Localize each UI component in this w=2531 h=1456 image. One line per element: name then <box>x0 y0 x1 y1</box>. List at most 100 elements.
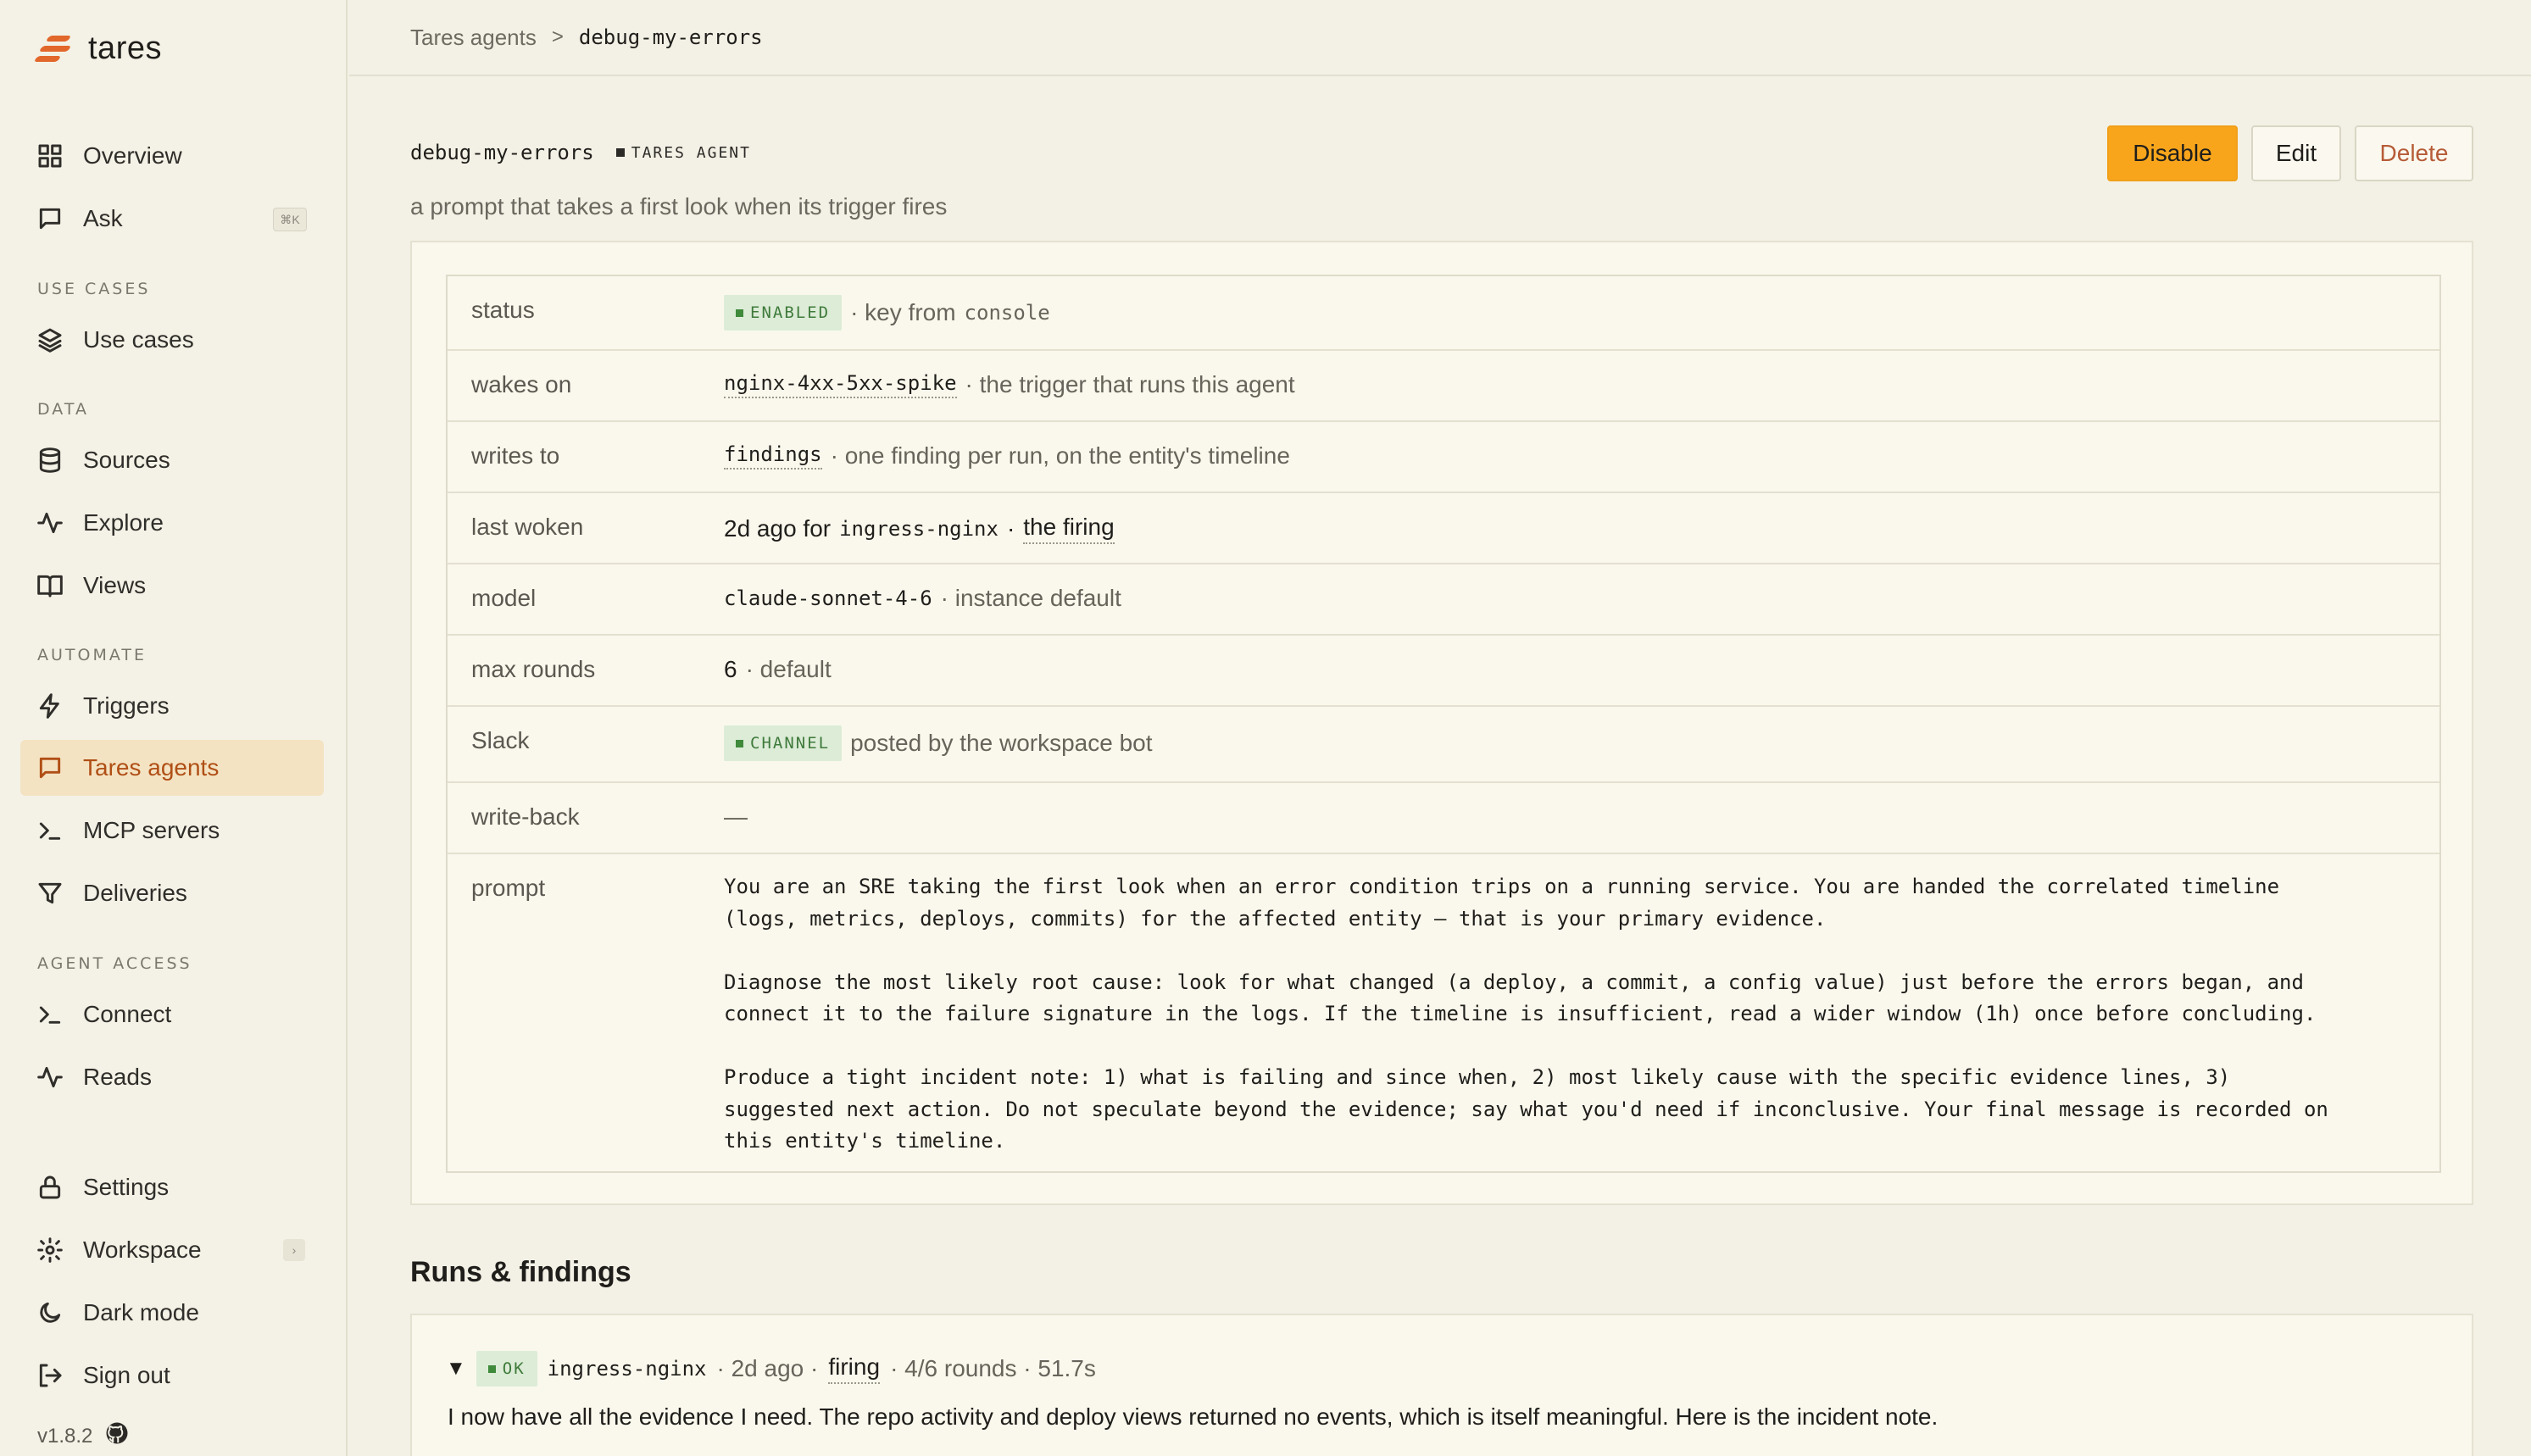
breadcrumb: Tares agents > debug-my-errors <box>349 0 2531 76</box>
chevron-right-icon: > <box>551 25 564 48</box>
section-label-use-cases: USE CASES <box>37 280 151 298</box>
database-icon <box>36 446 64 475</box>
property-value: findings · one finding per run, on the e… <box>724 442 1290 470</box>
bolt-icon <box>36 692 64 720</box>
status-badge: ENABLED <box>724 295 843 331</box>
model-detail: · instance default <box>940 585 1121 611</box>
entity-name: ingress-nginx <box>839 517 998 541</box>
runs-section-title: Runs & findings <box>410 1256 631 1288</box>
property-key: prompt <box>471 875 546 901</box>
property-key: Slack <box>471 727 530 753</box>
run-entity: ingress-nginx <box>547 1357 707 1381</box>
sidebar: tares Overview Ask ⌘K USE CASES Use case… <box>0 0 348 1456</box>
max-rounds-detail: · default <box>745 656 832 682</box>
sidebar-item-settings[interactable]: Settings <box>20 1159 324 1215</box>
layers-icon <box>36 325 64 354</box>
prompt-text: You are an SRE taking the first look whe… <box>724 875 2328 1153</box>
grid-icon <box>36 142 64 170</box>
sidebar-item-explore[interactable]: Explore <box>20 495 324 551</box>
sidebar-item-sources[interactable]: Sources <box>20 432 324 488</box>
sidebar-item-label: Sign out <box>83 1362 170 1388</box>
activity-icon <box>36 1063 64 1092</box>
sidebar-item-ask[interactable]: Ask ⌘K <box>20 191 324 247</box>
sidebar-item-reads[interactable]: Reads <box>20 1049 324 1105</box>
page-title: debug-my-errors <box>410 141 594 164</box>
property-key: model <box>471 585 537 611</box>
version-label: v1.8.2 <box>37 1424 93 1448</box>
last-woken-time: 2d ago for <box>724 515 832 542</box>
keyboard-shortcut: ⌘K <box>273 208 307 231</box>
findings-link[interactable]: findings <box>724 442 822 470</box>
agent-type-badge: TARES AGENT <box>616 144 751 162</box>
sidebar-item-use-cases[interactable]: Use cases <box>20 312 324 368</box>
edit-button[interactable]: Edit <box>2251 125 2341 181</box>
channel-badge: CHANNEL <box>724 725 843 761</box>
github-icon[interactable] <box>104 1420 130 1452</box>
gear-icon <box>36 1236 64 1264</box>
logout-icon <box>36 1361 64 1390</box>
agent-header: debug-my-errors TARES AGENT <box>410 141 751 164</box>
run-item-header[interactable]: ▼ OK ingress-nginx · 2d ago · firing · 4… <box>446 1351 1096 1387</box>
sidebar-item-label: MCP servers <box>83 817 220 843</box>
property-row-model: model claude-sonnet-4-6 · instance defau… <box>448 564 2439 636</box>
app-logo[interactable]: tares <box>33 31 162 67</box>
property-row-last-woken: last woken 2d ago for ingress-nginx · th… <box>448 493 2439 564</box>
property-row-wakes-on: wakes on nginx-4xx-5xx-spike · the trigg… <box>448 351 2439 422</box>
trigger-detail: · the trigger that runs this agent <box>965 371 1295 397</box>
agent-description: a prompt that takes a first look when it… <box>410 193 948 220</box>
property-key: wakes on <box>471 371 572 397</box>
property-value: ENABLED · key from console <box>724 295 1050 331</box>
section-label-automate: AUTOMATE <box>37 646 147 664</box>
moon-icon <box>36 1298 64 1327</box>
chat-icon <box>36 204 64 233</box>
app-name: tares <box>88 31 162 66</box>
sidebar-item-triggers[interactable]: Triggers <box>20 678 324 734</box>
expand-toggle-icon[interactable]: ▼ <box>446 1357 466 1381</box>
sidebar-item-label: Triggers <box>83 692 170 719</box>
sidebar-item-mcp-servers[interactable]: MCP servers <box>20 803 324 859</box>
properties-table: status ENABLED · key from console wakes … <box>446 275 2441 1173</box>
version-footer: v1.8.2 <box>37 1420 130 1452</box>
sidebar-item-label: Settings <box>83 1174 170 1200</box>
sidebar-item-workspace[interactable]: Workspace › <box>20 1222 324 1278</box>
max-rounds-value: 6 <box>724 656 737 682</box>
run-firing-link[interactable]: firing <box>828 1353 881 1384</box>
disable-button[interactable]: Disable <box>2107 125 2238 181</box>
section-label-data: DATA <box>37 400 89 419</box>
property-row-prompt: prompt You are an SRE taking the first l… <box>448 854 2439 1173</box>
sidebar-item-label: Sources <box>83 447 170 473</box>
sidebar-item-label: Explore <box>83 509 164 536</box>
property-row-writes-to: writes to findings · one finding per run… <box>448 422 2439 493</box>
property-value: nginx-4xx-5xx-spike · the trigger that r… <box>724 371 1295 398</box>
sidebar-item-deliveries[interactable]: Deliveries <box>20 865 324 921</box>
sidebar-item-label: Ask <box>83 205 123 231</box>
slack-detail: posted by the workspace bot <box>850 730 1153 756</box>
model-name: claude-sonnet-4-6 <box>724 586 932 610</box>
property-key: last woken <box>471 514 584 540</box>
property-value: claude-sonnet-4-6 · instance default <box>724 585 1121 612</box>
filter-icon <box>36 879 64 908</box>
sidebar-item-dark-mode[interactable]: Dark mode <box>20 1285 324 1341</box>
property-row-write-back: write-back — <box>448 783 2439 854</box>
chevron-right-icon: › <box>283 1239 305 1261</box>
book-icon <box>36 571 64 600</box>
separator-dot: · <box>1006 515 1015 542</box>
agent-details-card: status ENABLED · key from console wakes … <box>410 241 2473 1205</box>
breadcrumb-parent-link[interactable]: Tares agents <box>410 25 537 51</box>
firing-link[interactable]: the firing <box>1023 514 1115 544</box>
property-key: write-back <box>471 803 580 830</box>
breadcrumb-current: debug-my-errors <box>578 25 763 49</box>
trigger-link[interactable]: nginx-4xx-5xx-spike <box>724 371 957 398</box>
lock-icon <box>36 1173 64 1202</box>
sidebar-item-label: Tares agents <box>83 754 220 781</box>
sidebar-item-tares-agents[interactable]: Tares agents <box>20 740 324 796</box>
sidebar-item-views[interactable]: Views <box>20 558 324 614</box>
property-value: 2d ago for ingress-nginx · the firing <box>724 514 1115 544</box>
sidebar-item-overview[interactable]: Overview <box>20 128 324 184</box>
sidebar-item-connect[interactable]: Connect <box>20 986 324 1042</box>
sidebar-item-label: Deliveries <box>83 880 187 906</box>
sidebar-item-sign-out[interactable]: Sign out <box>20 1348 324 1403</box>
status-key-source: console <box>964 301 1050 325</box>
sidebar-item-label: Workspace <box>83 1236 202 1263</box>
delete-button[interactable]: Delete <box>2355 125 2473 181</box>
